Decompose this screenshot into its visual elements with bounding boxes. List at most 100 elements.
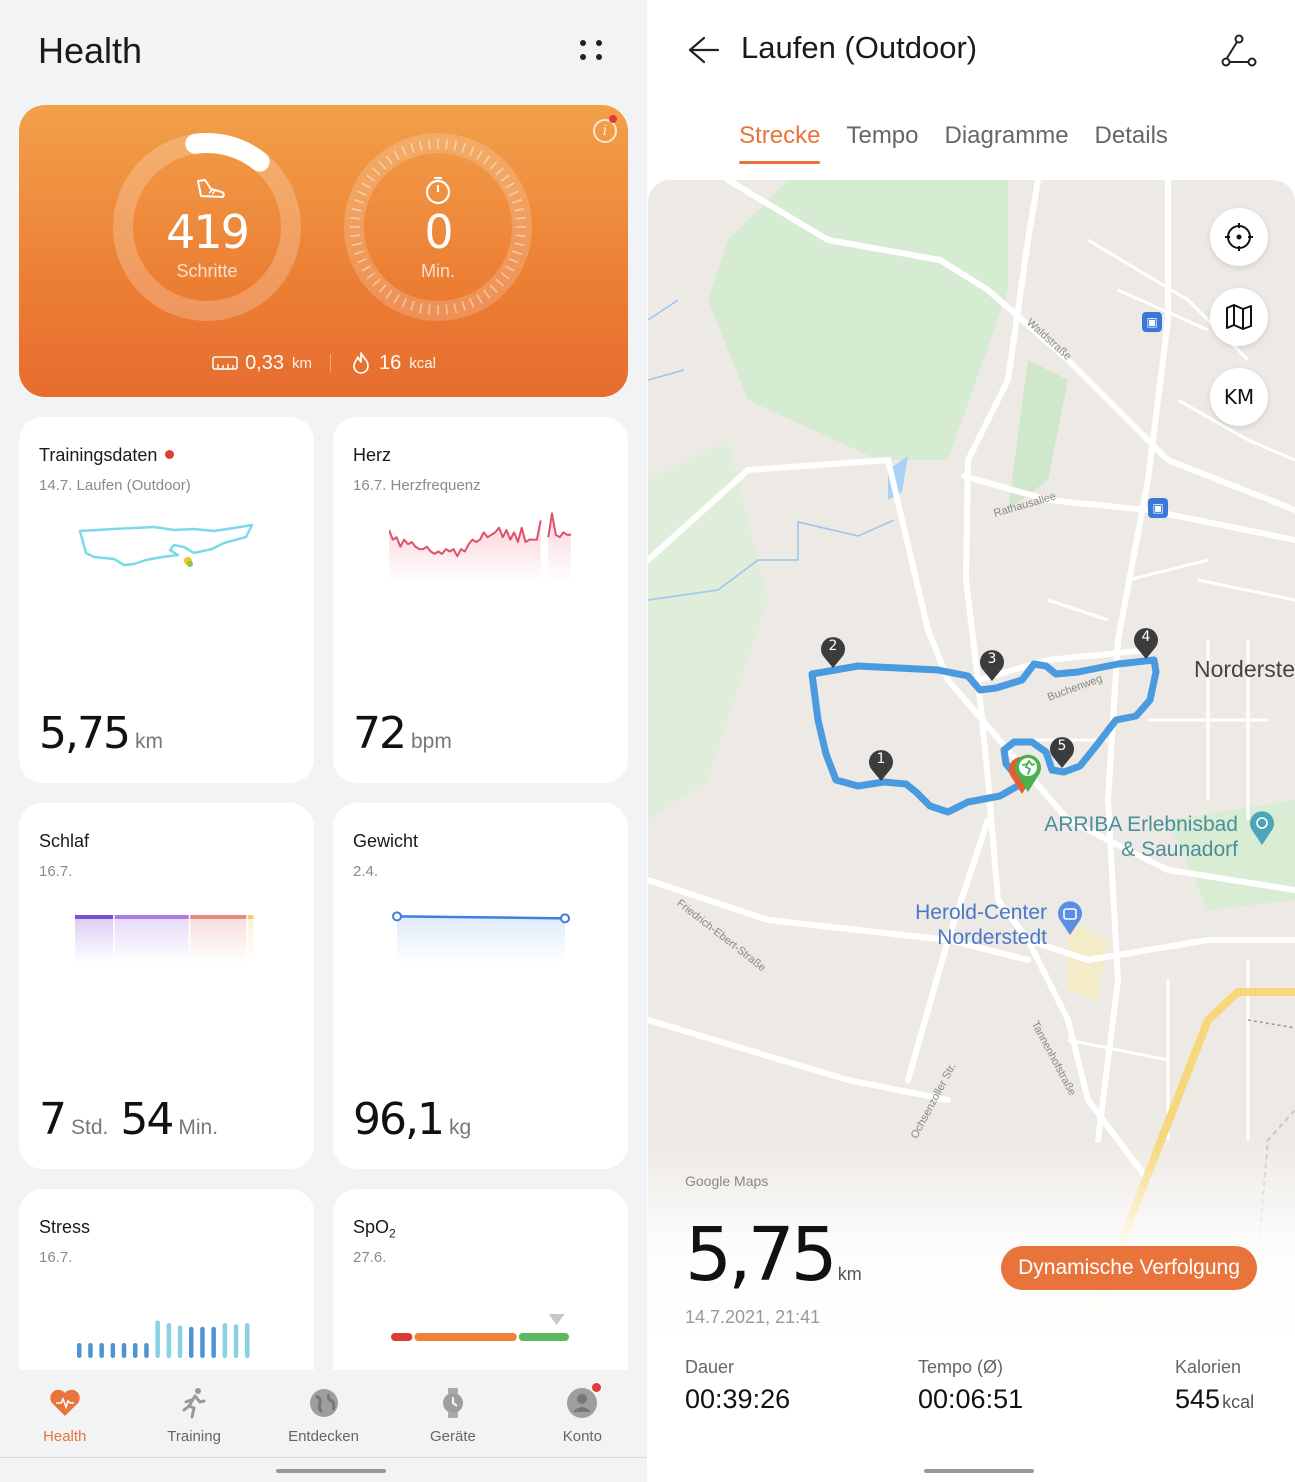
km-marker-5[interactable]: 5 xyxy=(1048,735,1076,769)
home-indicator[interactable] xyxy=(924,1469,1034,1473)
tab-strecke[interactable]: Strecke xyxy=(739,122,821,164)
stress-bar xyxy=(200,1326,205,1358)
shoe-icon xyxy=(197,179,225,198)
tile-heart[interactable]: Herz 16.7. Herzfrequenz 72 bpm xyxy=(333,417,628,783)
poi-label[interactable]: ARRIBA Erlebnisbad & Saunadorf xyxy=(1044,812,1238,862)
minutes-value: 0 xyxy=(424,205,453,259)
start-end-pin[interactable] xyxy=(1006,750,1046,796)
tile-value: 7 Std. 54 Min. xyxy=(39,1094,219,1145)
tile-stress[interactable]: Stress 16.7. xyxy=(19,1189,314,1389)
heart-rate-area xyxy=(548,513,571,583)
stress-bar xyxy=(177,1325,183,1358)
spo2-range-segment xyxy=(391,1333,413,1341)
unit-toggle-button[interactable]: KM xyxy=(1210,368,1268,426)
pool-poi-icon[interactable] xyxy=(1248,810,1276,846)
map-icon xyxy=(1226,304,1252,330)
tile-value: 5,75 km xyxy=(39,708,163,759)
tick-mark xyxy=(428,304,431,315)
spo2-range-segment xyxy=(414,1333,517,1341)
unit-label: KM xyxy=(1223,385,1255,409)
tile-spo2[interactable]: SpO2 27.6. xyxy=(333,1189,628,1389)
workout-detail-screen: Laufen (Outdoor) Strecke Tempo Diagramme… xyxy=(648,0,1295,1482)
stress-chart xyxy=(77,1320,250,1358)
tab-bar: Strecke Tempo Diagramme Details xyxy=(648,122,1295,164)
city-label: Norderste xyxy=(1194,656,1295,682)
poi-label[interactable]: Herold-Center Norderstedt xyxy=(915,900,1047,950)
nav-training[interactable]: Training xyxy=(129,1370,258,1457)
green-area xyxy=(1008,360,1068,510)
green-area xyxy=(648,440,768,820)
stat-calories: Kalorien 545 kcal xyxy=(1175,1357,1255,1414)
divider xyxy=(330,354,331,372)
spo2-indicator xyxy=(548,1314,565,1325)
tile-title: Herz xyxy=(353,445,392,465)
stress-bar xyxy=(245,1323,250,1358)
km-marker-3[interactable]: 3 xyxy=(978,648,1006,682)
map-type-button[interactable] xyxy=(1210,288,1268,346)
nav-geraete[interactable]: Geräte xyxy=(388,1370,517,1457)
sleep-segment-fill xyxy=(247,915,254,963)
route-share-icon[interactable] xyxy=(1220,32,1258,70)
train-station-icon[interactable]: ▣ xyxy=(1148,498,1168,518)
back-arrow-icon[interactable] xyxy=(684,30,720,70)
tab-diagramme[interactable]: Diagramme xyxy=(945,122,1069,164)
sleep-segment-fill xyxy=(114,915,189,963)
tile-value: 96,1 kg xyxy=(353,1094,472,1145)
route-end-dot xyxy=(187,561,193,567)
more-dots-icon[interactable] xyxy=(572,34,608,66)
tab-details[interactable]: Details xyxy=(1095,122,1168,164)
sleep-segment-fill xyxy=(75,915,114,963)
tab-tempo[interactable]: Tempo xyxy=(846,122,918,164)
new-badge xyxy=(165,450,175,459)
weight-area xyxy=(397,916,565,963)
km-marker-4[interactable]: 4 xyxy=(1132,626,1160,660)
stat-pace: Tempo (Ø) 00:06:51 xyxy=(918,1357,1024,1414)
tile-subtitle: 2.4. xyxy=(353,863,379,880)
train-station-icon[interactable]: ▣ xyxy=(1142,312,1162,332)
tile-title: SpO2 xyxy=(353,1217,396,1241)
stress-bar xyxy=(233,1324,239,1358)
home-indicator[interactable] xyxy=(276,1469,386,1473)
stat-duration: Dauer 00:39:26 xyxy=(685,1357,791,1414)
shopping-poi-icon[interactable] xyxy=(1056,900,1084,936)
heart-rate-chart xyxy=(389,512,571,583)
tile-sleep[interactable]: Schlaf 16.7. 7 Std. 54 Min. xyxy=(19,803,314,1169)
watch-icon xyxy=(442,1388,463,1418)
map-attribution: Google Maps xyxy=(685,1173,769,1189)
activity-card[interactable]: 419 Schritte 0 Min. i 0,33 km 16 kcal xyxy=(19,105,628,397)
stopwatch-icon xyxy=(425,176,451,205)
tile-weight[interactable]: Gewicht 2.4. 96,1 kg xyxy=(333,803,628,1169)
tile-title: Stress xyxy=(39,1217,91,1237)
locate-button[interactable] xyxy=(1210,208,1268,266)
tile-title: Trainingsdaten xyxy=(39,445,175,466)
km-marker-2[interactable]: 2 xyxy=(819,635,847,669)
sleep-segment-tiefschlaf xyxy=(75,915,114,919)
km-marker-1[interactable]: 1 xyxy=(867,748,895,782)
total-distance: 5,75 km xyxy=(685,1212,862,1298)
stress-bar xyxy=(166,1323,172,1358)
workout-datetime: 14.7.2021, 21:41 xyxy=(685,1307,821,1327)
stress-bar xyxy=(133,1343,138,1358)
tile-subtitle: 27.6. xyxy=(353,1249,387,1266)
locate-icon xyxy=(1225,223,1253,251)
heart-icon xyxy=(50,1389,80,1416)
stress-bar xyxy=(155,1320,160,1358)
distance-value: 0,33 xyxy=(245,351,284,374)
route-thumbnail xyxy=(78,523,254,567)
stress-bar xyxy=(189,1326,194,1358)
steps-value: 419 xyxy=(166,205,250,259)
forest-area xyxy=(708,180,1008,460)
nav-konto[interactable]: Konto xyxy=(518,1370,647,1457)
nav-health[interactable]: Health xyxy=(0,1370,129,1457)
stress-bar xyxy=(211,1326,216,1358)
stress-bar xyxy=(77,1343,82,1358)
tile-training[interactable]: Trainingsdaten 14.7. Laufen (Outdoor) 5,… xyxy=(19,417,314,783)
minutes-label: Min. xyxy=(420,261,455,281)
sleep-segment-rem xyxy=(190,915,247,919)
health-screen: Health 419 Schritte 0 Min. i 0,33 km 16 … xyxy=(0,0,647,1482)
stress-bar xyxy=(121,1343,127,1358)
nav-entdecken[interactable]: Entdecken xyxy=(259,1370,388,1457)
page-title: Laufen (Outdoor) xyxy=(741,30,978,65)
stress-bar xyxy=(222,1323,228,1358)
dynamic-tracking-button[interactable]: Dynamische Verfolgung xyxy=(1001,1246,1257,1290)
